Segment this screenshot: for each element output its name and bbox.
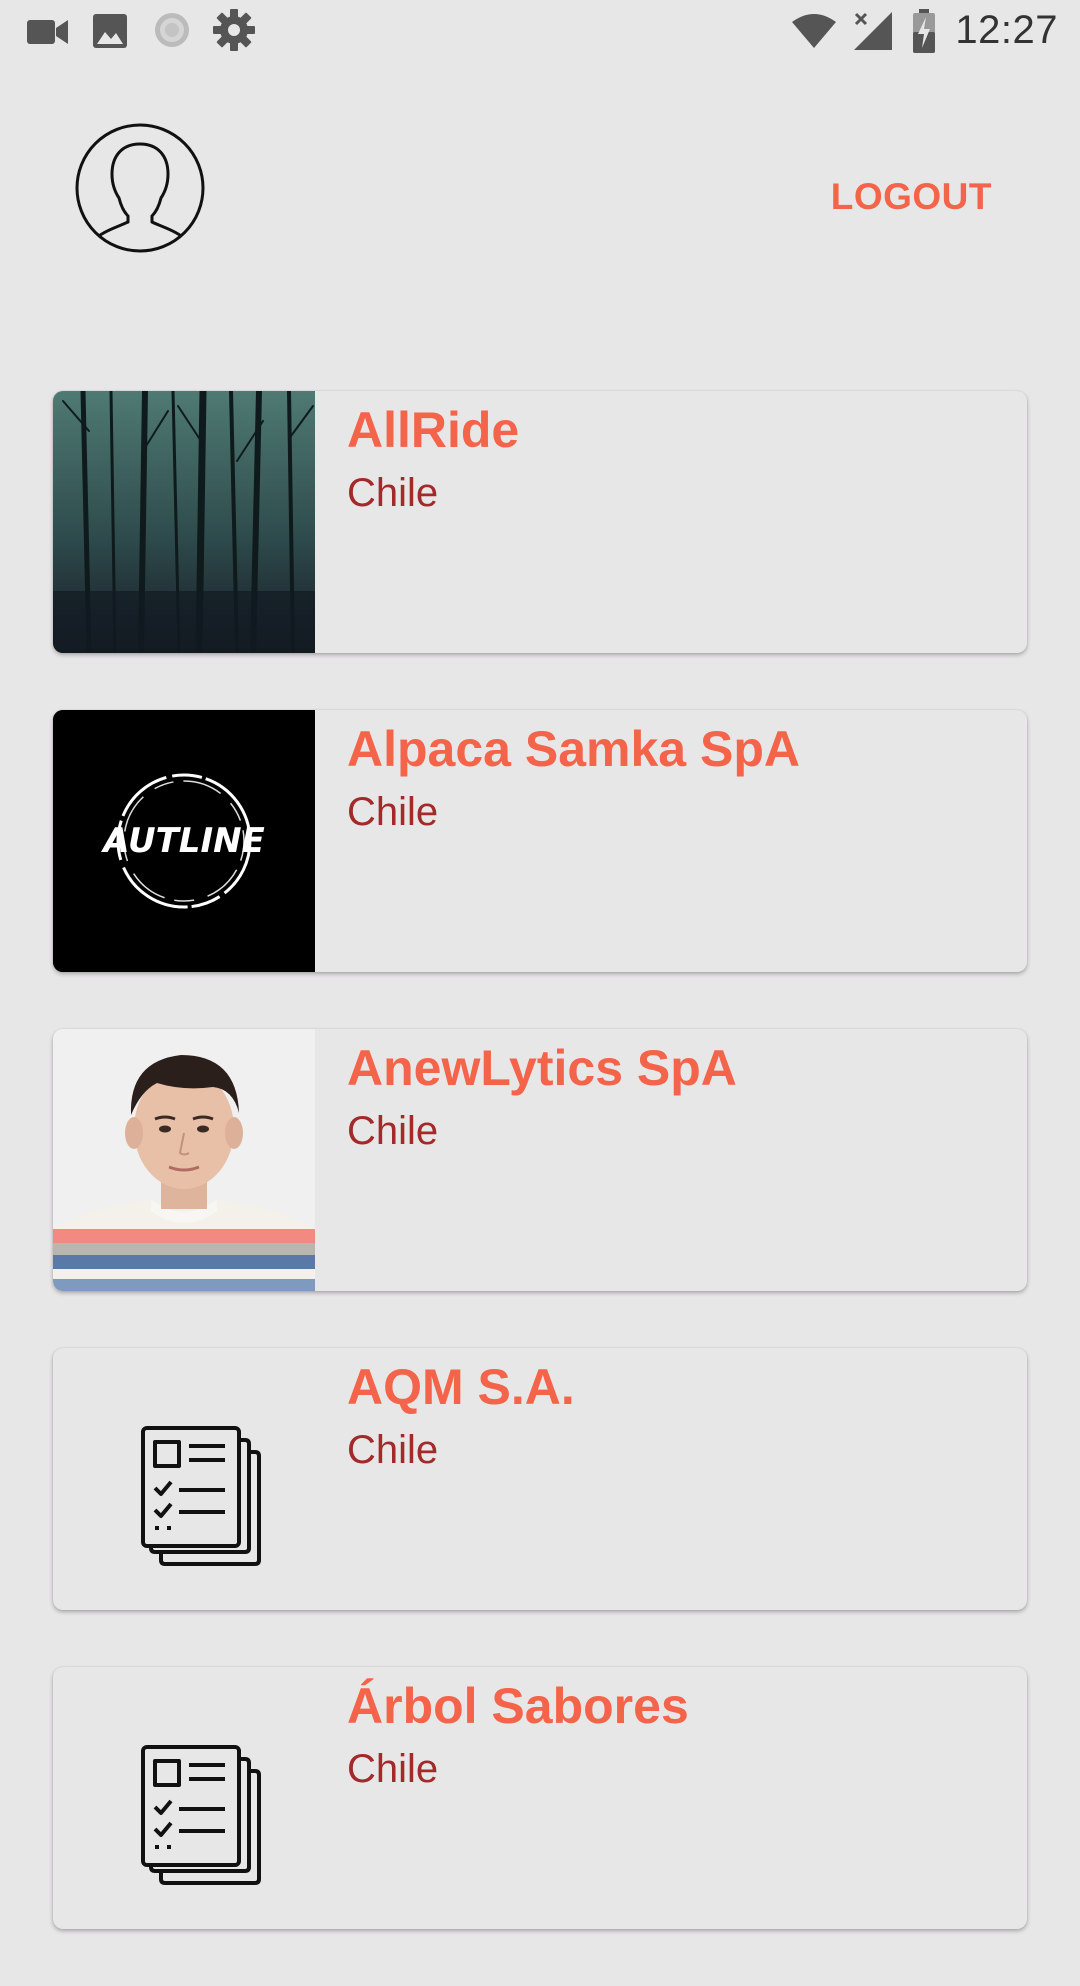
company-card[interactable]: AQM S.A. Chile <box>53 1348 1027 1610</box>
company-country: Chile <box>347 790 439 834</box>
company-card[interactable]: AUTLINE Alpaca Samka SpA Chile <box>53 710 1027 972</box>
battery-charging-icon <box>913 9 935 53</box>
dark-forest-photo <box>53 391 315 653</box>
company-country: Chile <box>347 1109 439 1153</box>
status-bar: 12:27 <box>0 0 1080 64</box>
company-country: Chile <box>347 1428 439 1472</box>
document-checklist-icon <box>53 1348 315 1610</box>
company-name: Alpaca Samka SpA <box>347 721 800 777</box>
company-list: AllRide Chile AUTLINE Alpaca Samka SpA C… <box>53 391 1027 1986</box>
logout-button[interactable]: LOGOUT <box>831 176 992 218</box>
sync-loading-icon <box>155 13 189 47</box>
company-country: Chile <box>347 471 439 515</box>
company-name: AQM S.A. <box>347 1359 575 1415</box>
video-camera-icon <box>27 20 68 44</box>
settings-gear-icon <box>213 9 255 51</box>
company-name: AnewLytics SpA <box>347 1040 737 1096</box>
wifi-icon <box>792 14 836 48</box>
clock-time: 12:27 <box>955 8 1058 52</box>
company-name: AllRide <box>347 402 520 458</box>
company-country: Chile <box>347 1747 439 1791</box>
document-checklist-icon <box>53 1667 315 1929</box>
person-photo <box>53 1029 315 1291</box>
company-card[interactable]: AllRide Chile <box>53 391 1027 653</box>
company-card[interactable]: AnewLytics SpA Chile <box>53 1029 1027 1291</box>
company-card[interactable]: Árbol Sabores Chile <box>53 1667 1027 1929</box>
image-icon <box>93 14 127 48</box>
svg-text:AUTLINE: AUTLINE <box>100 821 265 861</box>
autline-logo: AUTLINE <box>53 710 315 972</box>
company-name: Árbol Sabores <box>347 1678 689 1734</box>
user-avatar-icon[interactable] <box>74 122 206 254</box>
cellular-no-signal-icon <box>854 12 892 50</box>
